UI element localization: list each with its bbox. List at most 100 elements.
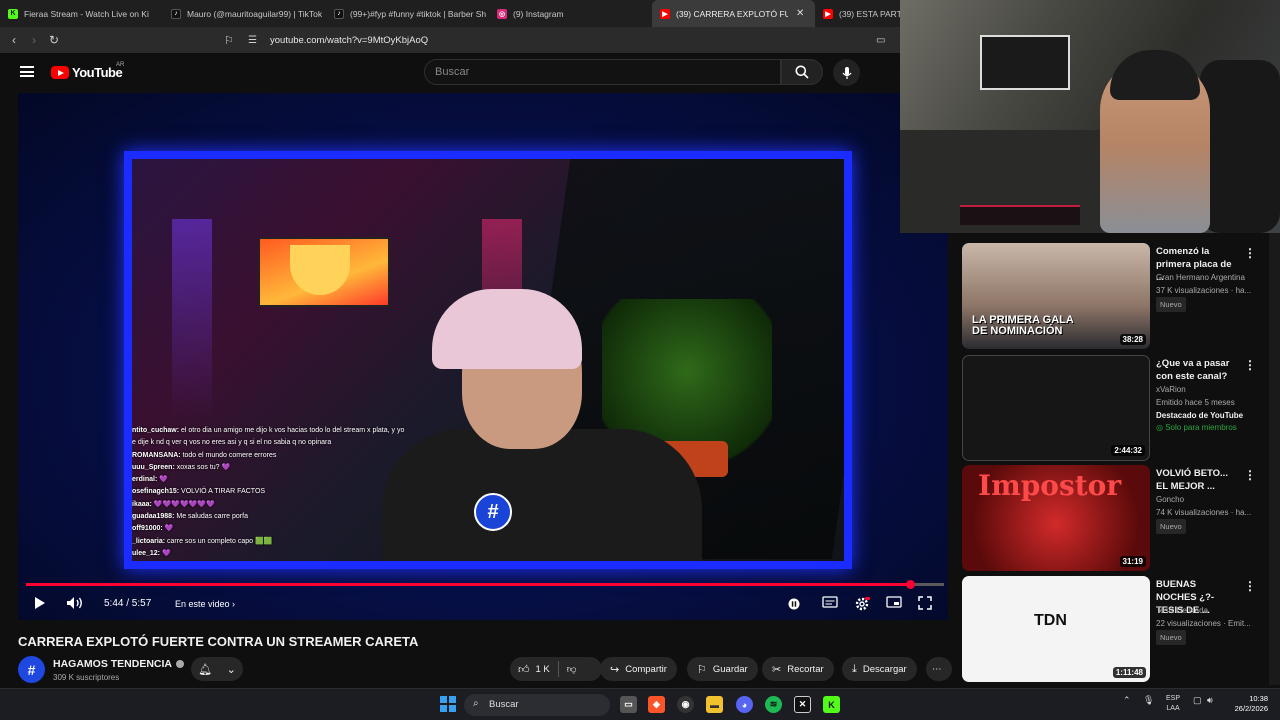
language-indicator[interactable]: ESP LAA xyxy=(1166,694,1180,714)
chat-line: osefinagch15: VOLVIÓ A TIRAR FACTOS xyxy=(132,486,462,498)
youtube-wordmark[interactable]: YouTube xyxy=(72,65,123,80)
dislike-button[interactable]: 👎︎ xyxy=(559,657,585,681)
close-icon[interactable]: ✕ xyxy=(796,8,804,19)
video-thumbnail[interactable]: LA PRIMERA GALA DE NOMINACIÓN 38:28 xyxy=(962,243,1150,349)
search-button[interactable] xyxy=(781,59,823,85)
miniplayer-button[interactable] xyxy=(886,596,902,608)
voice-search-button[interactable] xyxy=(833,59,860,86)
more-vert-icon[interactable]: ⋮ xyxy=(1244,358,1256,372)
youtube-logo-icon[interactable] xyxy=(51,66,69,79)
autoplay-toggle[interactable] xyxy=(788,598,800,610)
subtitles-icon xyxy=(822,596,838,608)
url-field[interactable]: youtube.com/watch?v=9MtOyKbjAoQ xyxy=(270,35,428,46)
pause-icon xyxy=(788,598,800,610)
tab-kick[interactable]: K Fieraa Stream - Watch Live on Ki xyxy=(0,0,163,27)
tab-tiktok-mauro[interactable]: ♪ Mauro (@mauritoaguilar99) | TikTok xyxy=(163,0,326,27)
video-player[interactable]: # ntito_cuchaw: el otro dia un amigo me … xyxy=(18,93,948,620)
clip-label: Recortar xyxy=(787,663,824,675)
more-vert-icon[interactable]: ⋮ xyxy=(1244,579,1256,593)
chat-line: off91000: 💜 xyxy=(132,523,462,535)
chevron-down-icon: ⌄ xyxy=(226,663,236,676)
chapter-button[interactable]: En este video › xyxy=(175,599,235,609)
network-icon[interactable]: ▢ xyxy=(1193,695,1202,706)
show-hidden-icons[interactable]: ⌃ xyxy=(1123,695,1131,706)
taskbar-search-label: Buscar xyxy=(489,699,519,710)
file-explorer-icon[interactable]: ▬ xyxy=(706,696,723,713)
back-icon[interactable]: ‹ xyxy=(4,33,24,47)
windows-start-icon[interactable] xyxy=(440,696,456,712)
video-thumbnail[interactable]: TDN 1:11:48 xyxy=(962,576,1150,682)
badge-row: Nuevo xyxy=(1156,630,1252,645)
recommendation-channel[interactable]: Gran Hermano Argentina xyxy=(1156,271,1252,284)
play-button[interactable] xyxy=(34,596,46,610)
save-button[interactable]: ⚐ Guardar xyxy=(687,657,758,681)
progress-bar[interactable] xyxy=(26,580,944,589)
channel-avatar[interactable]: # xyxy=(18,656,45,683)
duration-badge: 31:19 xyxy=(1119,556,1146,567)
video-thumbnail[interactable]: Impostor 31:19 xyxy=(962,465,1150,571)
share-button[interactable]: ↪ Compartir xyxy=(600,657,677,681)
recommendation-item[interactable]: Impostor 31:19 VOLVIÓ BETO... EL MEJOR .… xyxy=(962,465,1280,571)
discord-icon[interactable]: ◕ xyxy=(736,696,753,713)
fullscreen-button[interactable] xyxy=(918,596,932,610)
members-only-label: Solo para miembros xyxy=(1165,423,1237,432)
tab-tiktok-fyp[interactable]: ♪ (99+)#fyp #funny #tiktok | Barber Sh xyxy=(326,0,489,27)
spotify-icon[interactable]: ≋ xyxy=(765,696,782,713)
brave-browser-icon[interactable]: ◆ xyxy=(648,696,665,713)
recommendation-title[interactable]: VOLVIÓ BETO... EL MEJOR ... xyxy=(1156,467,1238,493)
microphone-icon xyxy=(841,66,852,79)
taskbar-search[interactable]: ⌕ Buscar xyxy=(464,694,610,716)
recommendation-title[interactable]: ¿Que va a pasar con este canal? xyxy=(1156,357,1238,383)
recommendation-meta: 22 visualizaciones · Emit... xyxy=(1156,619,1251,628)
chat-line: e dije k nd q ver q vos no eres asi y q … xyxy=(132,437,462,449)
tab-instagram[interactable]: ◎ (9) Instagram xyxy=(489,0,652,27)
channel-watermark-icon: # xyxy=(474,493,512,531)
recommendation-item[interactable]: 2:44:32 ¿Que va a pasar con este canal? … xyxy=(962,355,1280,461)
more-vert-icon[interactable]: ⋮ xyxy=(1244,246,1256,260)
recommendation-channel[interactable]: xVaRion xyxy=(1156,383,1252,396)
subtitles-button[interactable] xyxy=(822,596,838,608)
sidebar-scrollbar[interactable] xyxy=(1269,233,1280,685)
kick-app-icon[interactable]: K xyxy=(823,696,840,713)
cast-icon[interactable]: ▭ xyxy=(876,35,885,46)
chat-line: _lictoaria: carre sos un completo capo 🟩… xyxy=(132,536,462,548)
channel-name-link[interactable]: HAGAMOS TENDENCIA xyxy=(53,658,185,670)
taskbar-clock[interactable]: 10:38 26/2/2026 xyxy=(1224,694,1268,714)
tab-youtube-2[interactable]: ▶ (39) ESTA PARTI xyxy=(815,0,900,27)
clip-button[interactable]: ✂ Recortar xyxy=(762,657,834,681)
recommendation-item[interactable]: LA PRIMERA GALA DE NOMINACIÓN 38:28 Comen… xyxy=(962,243,1280,349)
site-info-icon[interactable]: ☰ xyxy=(248,35,257,46)
more-actions-button[interactable]: ⋯ xyxy=(926,657,952,681)
more-vert-icon[interactable]: ⋮ xyxy=(1244,468,1256,482)
tab-youtube-active[interactable]: ▶ (39) CARRERA EXPLOTÓ FUERTE ✕ xyxy=(652,0,815,27)
scrubber-handle[interactable] xyxy=(905,580,915,589)
bookmark-icon[interactable]: ⚐ xyxy=(224,34,234,47)
recommendation-item[interactable]: TDN 1:11:48 BUENAS NOCHES ¿?- TESIS DE .… xyxy=(962,576,1280,682)
recommendation-channel[interactable]: Goncho xyxy=(1156,493,1252,506)
recommendation-channel[interactable]: Tesis De Nada xyxy=(1156,604,1252,617)
task-view-icon[interactable]: ▭ xyxy=(620,696,637,713)
chat-user: osefinagch15: xyxy=(132,488,180,496)
thumbnail-text: TDN xyxy=(1034,612,1067,629)
reload-icon[interactable]: ↻ xyxy=(44,33,64,47)
search-input[interactable]: Buscar xyxy=(424,59,781,85)
keyboard-layout: LAA xyxy=(1166,705,1180,712)
chat-text: 💜💜💜💜💜💜💜 xyxy=(153,500,215,508)
volume-button[interactable] xyxy=(66,596,84,610)
tiktok-icon: ♪ xyxy=(334,8,344,19)
microphone-tray-icon[interactable]: 🎙︎ xyxy=(1143,695,1154,706)
forward-icon[interactable]: › xyxy=(24,33,44,47)
like-button[interactable]: 👍︎ 1 K xyxy=(510,657,558,681)
chrome-icon[interactable]: ◉ xyxy=(677,696,694,713)
new-badge: Nuevo xyxy=(1156,297,1186,312)
menu-icon[interactable] xyxy=(20,66,34,77)
download-button[interactable]: ⤓ Descargar xyxy=(842,657,917,681)
verified-icon xyxy=(176,660,185,669)
capcut-icon[interactable]: ✕ xyxy=(794,696,811,713)
speaker-icon[interactable]: 🔊︎ xyxy=(1207,695,1213,706)
video-thumbnail[interactable]: 2:44:32 xyxy=(962,355,1150,461)
notifications-button[interactable]: 🔔︎ ⌄ xyxy=(191,657,243,681)
streamer-hair xyxy=(1110,50,1200,100)
recommendation-meta: 37 K visualizaciones · ha... xyxy=(1156,286,1252,295)
settings-button[interactable] xyxy=(854,596,870,612)
